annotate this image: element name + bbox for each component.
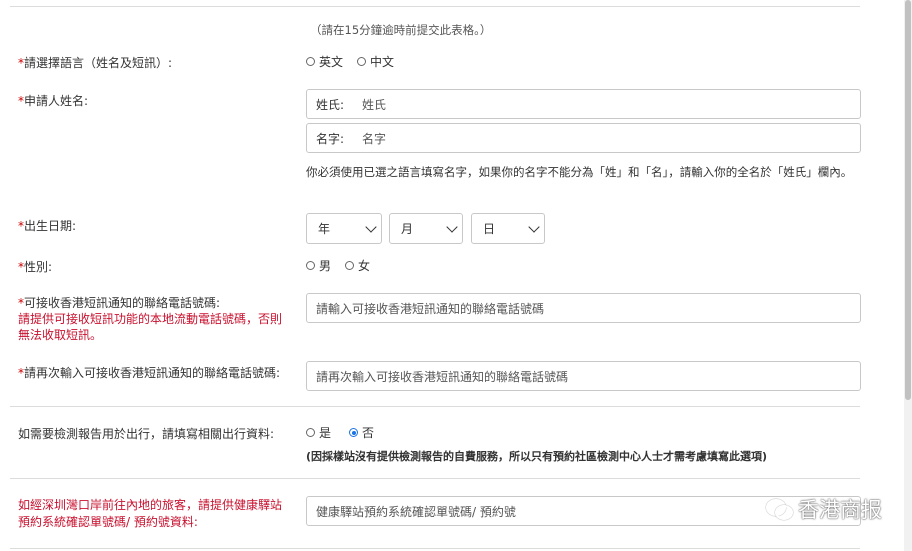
dob-year-select[interactable]: 年 [306,213,382,244]
chevron-down-icon [365,220,377,233]
dob-day-select[interactable]: 日 [471,213,545,244]
dob-label: *出生日期: [18,219,77,233]
phone-label: *可接收香港短訊通知的聯絡電話號碼: 請提供可接收短訊功能的本地流動電話號碼，否… [18,296,283,342]
divider-health-station [10,478,860,479]
travel-info-label: 如需要檢測報告用於出行，請填寫相關出行資料: [18,427,275,441]
gender-radio-group: 男 女 [306,257,384,274]
health-station-label: 如經深圳灣口岸前往內地的旅客，請提供健康驛站預約系統確認單號碼/ 預約號資料: [18,498,283,529]
language-option-english[interactable]: 英文 [306,53,343,70]
radio-icon[interactable] [357,57,367,66]
phone-sublabel: 請提供可接收短訊功能的本地流動電話號碼，否則無法收取短訊。 [18,312,283,342]
radio-icon[interactable] [306,57,315,66]
given-name-field[interactable]: 名字: 名字 [306,123,861,153]
phone-confirm-input[interactable]: 請再次輸入可接收香港短訊通知的聯絡電話號碼 [306,361,861,391]
submit-timeout-hint: （請在15分鐘逾時前提交此表格。） [310,23,492,37]
travel-note: (因採樣站沒有提供檢測報告的自費服務，所以只有預約社區檢測中心人士才需考慮填寫此… [306,450,768,463]
gender-label: *性別: [18,260,53,274]
divider-travel [10,406,860,407]
radio-icon[interactable] [306,261,315,270]
language-option-chinese[interactable]: 中文 [357,53,394,70]
radio-checked-icon[interactable] [349,428,359,437]
phone-confirm-label: *請再次輸入可接收香港短訊通知的聯絡電話號碼: [18,366,281,380]
divider-bottom [10,548,860,549]
radio-icon[interactable] [345,261,355,270]
wechat-icon [766,498,793,520]
language-label: *請選擇語言（姓名及短訊）: [18,56,173,70]
name-language-warning: 你必須使用已選之語言填寫名字，如果你的名字不能分為「姓」和「名」，請輸入你的全名… [306,165,853,179]
watermark: 香港商报 [766,494,882,524]
travel-option-yes[interactable]: 是 [306,424,331,441]
chevron-down-icon [528,220,540,233]
travel-option-no[interactable]: 否 [349,424,374,441]
phone-input[interactable]: 請輸入可接收香港短訊通知的聯絡電話號碼 [306,293,861,323]
divider-top [10,6,860,7]
surname-field[interactable]: 姓氏: 姓氏 [306,89,861,119]
radio-icon[interactable] [306,428,315,437]
chevron-down-icon [446,220,458,233]
travel-radio-group: 是 否 [306,424,388,441]
language-radio-group: 英文 中文 [306,53,408,70]
vertical-scrollbar[interactable] [904,0,912,551]
applicant-name-label: *申請人姓名: [18,94,89,108]
scrollbar-thumb[interactable] [905,0,911,400]
dob-month-select[interactable]: 月 [389,213,463,244]
gender-option-female[interactable]: 女 [345,257,370,274]
gender-option-male[interactable]: 男 [306,257,331,274]
